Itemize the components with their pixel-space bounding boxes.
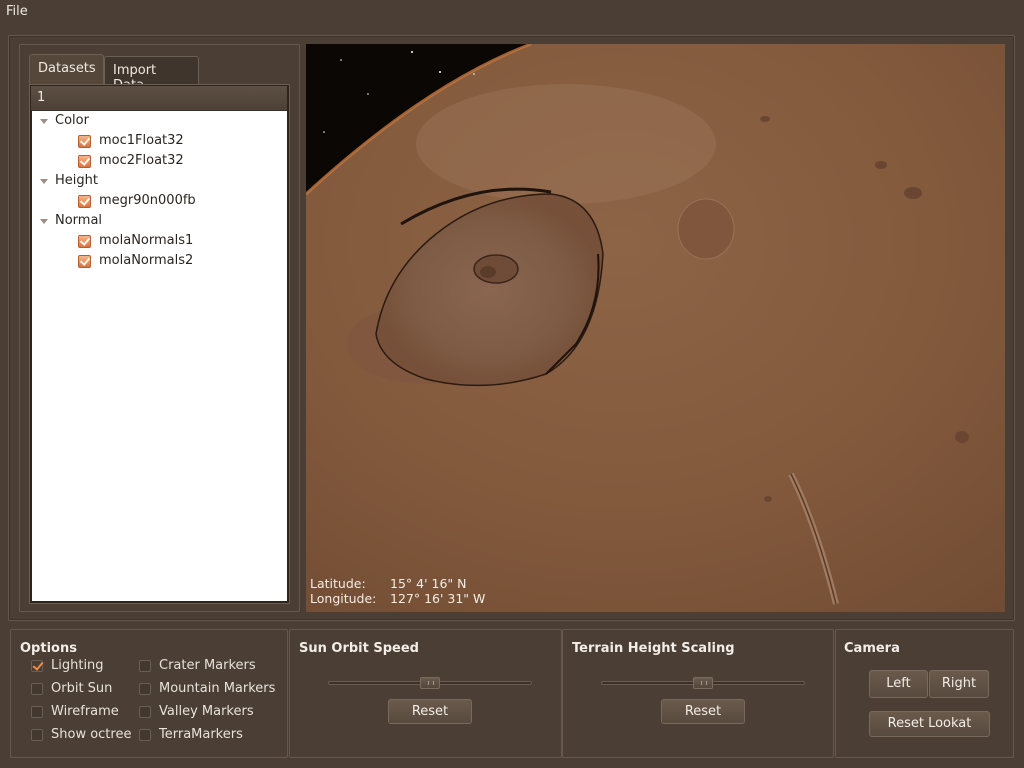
menu-bar: File: [0, 0, 1024, 26]
tree-group-height[interactable]: Height: [32, 171, 287, 191]
tree-group-normal[interactable]: Normal: [32, 211, 287, 231]
tree-item-label: moc2Float32: [99, 153, 184, 168]
tree-item-label: molaNormals2: [99, 253, 194, 268]
terramarkers-checkbox[interactable]: [139, 729, 151, 741]
camera-title: Camera: [844, 641, 900, 656]
show-octree-checkbox[interactable]: [31, 729, 43, 741]
tree-item-moc1float32[interactable]: moc1Float32: [32, 131, 287, 151]
options-title: Options: [20, 641, 77, 656]
tree-item-moc2float32[interactable]: moc2Float32: [32, 151, 287, 171]
menu-file[interactable]: File: [6, 4, 28, 19]
tree-column-header[interactable]: 1: [31, 86, 287, 111]
longitude-readout: Longitude: 127° 16' 31" W: [310, 591, 485, 606]
tree-group-label: Normal: [55, 213, 103, 228]
sun-orbit-group: Sun Orbit Speed Reset: [289, 629, 562, 758]
tree-item-label: megr90n000fb: [99, 193, 196, 208]
option-label: Valley Markers: [159, 704, 254, 719]
terrain-reset-button[interactable]: Reset: [661, 699, 745, 724]
crater-markers-checkbox[interactable]: [139, 660, 151, 672]
latitude-label: Latitude:: [310, 576, 366, 591]
valley-markers-checkbox[interactable]: [139, 706, 151, 718]
tree-header-label: 1: [37, 90, 46, 105]
option-label: Mountain Markers: [159, 681, 276, 696]
orbit-sun-checkbox[interactable]: [31, 683, 43, 695]
longitude-label: Longitude:: [310, 591, 377, 606]
tab-datasets-label: Datasets: [38, 61, 96, 76]
mars-3d-viewport[interactable]: Latitude: 15° 4' 16" N Longitude: 127° 1…: [306, 44, 1005, 612]
latitude-readout: Latitude: 15° 4' 16" N: [310, 576, 466, 591]
option-label: Wireframe: [51, 704, 119, 719]
option-label: Show octree: [51, 727, 132, 742]
dataset-checkbox-icon[interactable]: [78, 135, 91, 148]
tree-group-label: Color: [55, 113, 89, 128]
option-label: Orbit Sun: [51, 681, 113, 696]
option-label: Crater Markers: [159, 658, 256, 673]
reset-lookat-button[interactable]: Reset Lookat: [869, 711, 990, 737]
camera-group: Camera Left Right Reset Lookat: [835, 629, 1014, 758]
longitude-value: 127° 16' 31" W: [390, 591, 486, 606]
sun-orbit-title: Sun Orbit Speed: [299, 641, 419, 656]
option-label: TerraMarkers: [159, 727, 243, 742]
mountain-markers-checkbox[interactable]: [139, 683, 151, 695]
expand-arrow-icon[interactable]: [40, 219, 48, 224]
mars-surface-render: [306, 44, 1005, 612]
wireframe-checkbox[interactable]: [31, 706, 43, 718]
tree-group-label: Height: [55, 173, 98, 188]
lighting-checkbox[interactable]: [31, 660, 43, 672]
tree-group-color[interactable]: Color: [32, 111, 287, 131]
dataset-checkbox-icon[interactable]: [78, 195, 91, 208]
terrain-height-title: Terrain Height Scaling: [572, 641, 735, 656]
tab-import-data[interactable]: Import Data: [104, 56, 199, 93]
sun-orbit-reset-button[interactable]: Reset: [388, 699, 472, 724]
camera-right-button[interactable]: Right: [929, 670, 989, 698]
dataset-tree[interactable]: Color moc1Float32 moc2Float32 Height meg…: [32, 111, 287, 601]
dataset-checkbox-icon[interactable]: [78, 255, 91, 268]
tree-item-molanormals2[interactable]: molaNormals2: [32, 251, 287, 271]
sun-orbit-slider-handle[interactable]: [420, 677, 440, 689]
camera-left-button[interactable]: Left: [869, 670, 928, 698]
tree-item-molanormals1[interactable]: molaNormals1: [32, 231, 287, 251]
option-label: Lighting: [51, 658, 104, 673]
expand-arrow-icon[interactable]: [40, 179, 48, 184]
dataset-checkbox-icon[interactable]: [78, 155, 91, 168]
dataset-checkbox-icon[interactable]: [78, 235, 91, 248]
options-group: Options Lighting Orbit Sun Wireframe Sho…: [10, 629, 288, 758]
terrain-height-slider-handle[interactable]: [693, 677, 713, 689]
latitude-value: 15° 4' 16" N: [390, 576, 467, 591]
terrain-height-group: Terrain Height Scaling Reset: [562, 629, 834, 758]
expand-arrow-icon[interactable]: [40, 119, 48, 124]
tree-item-megr90n000fb[interactable]: megr90n000fb: [32, 191, 287, 211]
tree-item-label: molaNormals1: [99, 233, 194, 248]
tree-item-label: moc1Float32: [99, 133, 184, 148]
tab-datasets[interactable]: Datasets: [29, 54, 104, 85]
